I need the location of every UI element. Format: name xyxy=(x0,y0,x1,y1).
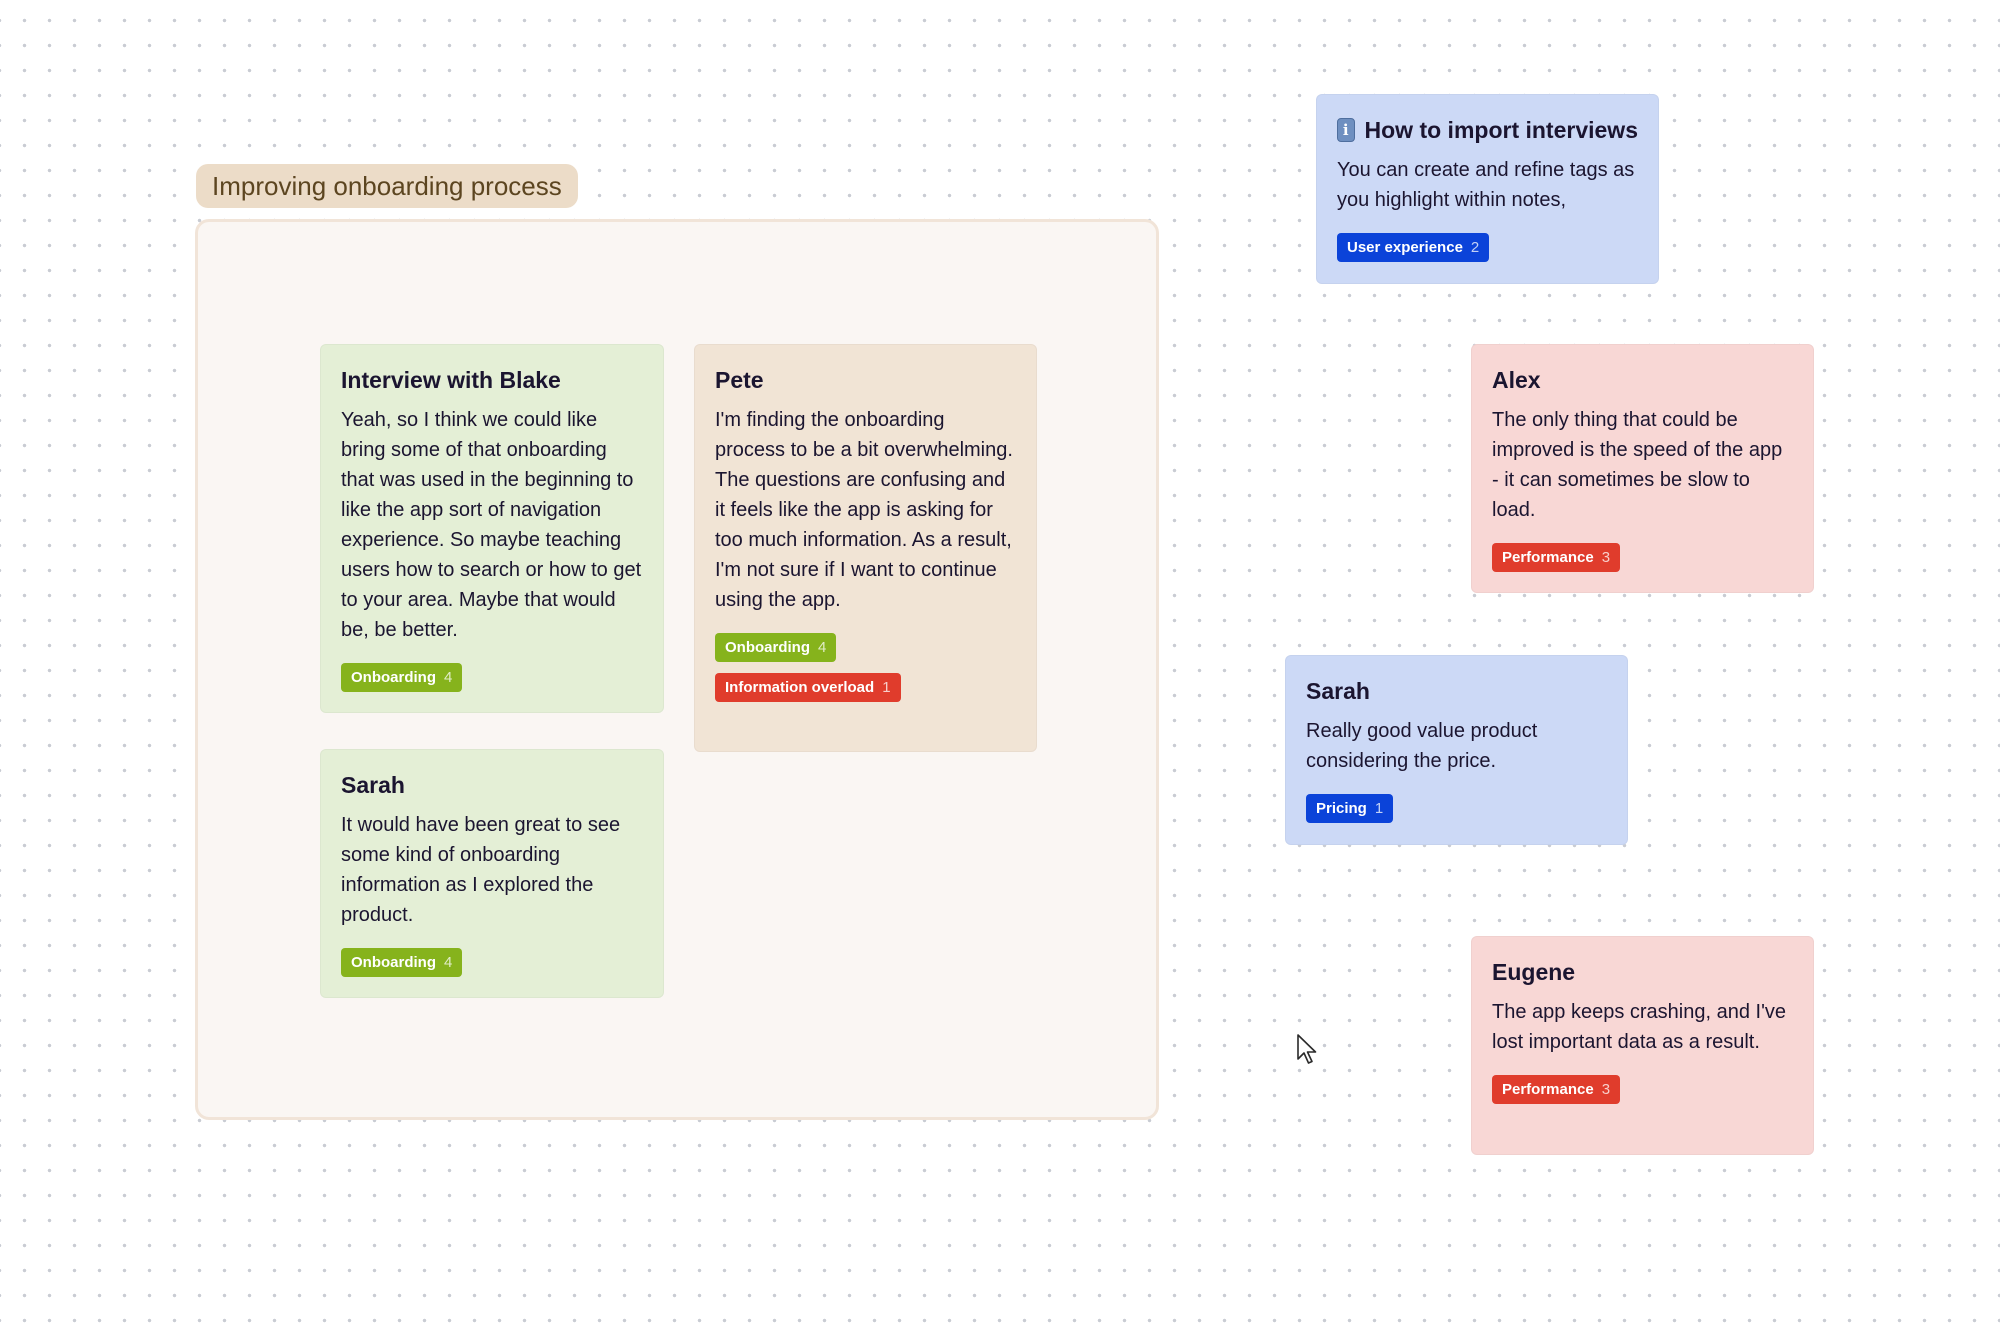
note-body: You can create and refine tags as you hi… xyxy=(1337,159,1635,211)
tag-count: 4 xyxy=(444,669,453,686)
note-title: Alex xyxy=(1492,367,1541,393)
tag-count: 3 xyxy=(1601,549,1611,566)
tag-label: Onboarding xyxy=(351,954,436,971)
tag-label: User experience xyxy=(1347,239,1463,256)
note-card-sarah-onboarding[interactable]: Sarah It would have been great to see so… xyxy=(320,749,664,998)
note-body: I'm finding the onboarding process to be… xyxy=(715,409,1013,611)
tag-count: 1 xyxy=(882,679,891,696)
tag-label: Onboarding xyxy=(725,639,810,656)
note-title: Interview with Blake xyxy=(341,367,561,393)
tag-count: 3 xyxy=(1601,1081,1611,1098)
note-title: Pete xyxy=(715,367,764,393)
note-card-pete[interactable]: Pete I'm finding the onboarding process … xyxy=(694,344,1037,752)
note-body: The only thing that could be improved is… xyxy=(1492,409,1783,521)
tag-performance[interactable]: Performance 3 xyxy=(1492,543,1621,572)
note-body: Yeah, so I think we could like bring som… xyxy=(341,409,642,641)
tag-count: 2 xyxy=(1470,239,1480,256)
note-body: Really good value product considering th… xyxy=(1306,720,1538,772)
note-title: Sarah xyxy=(1306,678,1370,704)
tag-count: 4 xyxy=(818,639,827,656)
tag-information-overload[interactable]: Information overload 1 xyxy=(715,673,901,702)
note-card-alex[interactable]: Alex The only thing that could be improv… xyxy=(1471,344,1814,593)
note-title: Sarah xyxy=(341,772,405,798)
note-card-blake[interactable]: Interview with Blake Yeah, so I think we… xyxy=(320,344,664,713)
tag-count: 4 xyxy=(444,954,453,971)
note-title: Eugene xyxy=(1492,959,1576,985)
tag-label: Performance xyxy=(1502,1081,1594,1098)
note-card-sarah-pricing[interactable]: Sarah Really good value product consider… xyxy=(1285,655,1628,845)
note-body: It would have been great to see some kin… xyxy=(341,814,621,926)
tag-user-experience[interactable]: User experience 2 xyxy=(1337,233,1490,262)
section-title[interactable]: Improving onboarding process xyxy=(196,164,578,208)
info-icon: i xyxy=(1337,118,1355,142)
note-card-import-info[interactable]: i How to import interviews You can create… xyxy=(1316,94,1659,284)
tag-label: Performance xyxy=(1502,549,1594,566)
note-title: i How to import interviews xyxy=(1337,115,1638,145)
note-body: The app keeps crashing, and I've lost im… xyxy=(1492,1001,1787,1053)
tag-label: Information overload xyxy=(725,679,875,696)
note-card-eugene[interactable]: Eugene The app keeps crashing, and I've … xyxy=(1471,936,1814,1155)
tag-label: Onboarding xyxy=(351,669,436,686)
tag-onboarding[interactable]: Onboarding 4 xyxy=(341,663,463,692)
tag-performance[interactable]: Performance 3 xyxy=(1492,1075,1621,1104)
tag-pricing[interactable]: Pricing 1 xyxy=(1306,794,1394,823)
tag-onboarding[interactable]: Onboarding 4 xyxy=(341,948,463,977)
mouse-pointer-icon xyxy=(1297,1034,1317,1064)
tag-label: Pricing xyxy=(1316,800,1367,817)
tag-count: 1 xyxy=(1374,800,1384,817)
tag-onboarding[interactable]: Onboarding 4 xyxy=(715,633,837,662)
note-title-text: How to import interviews xyxy=(1364,117,1638,143)
